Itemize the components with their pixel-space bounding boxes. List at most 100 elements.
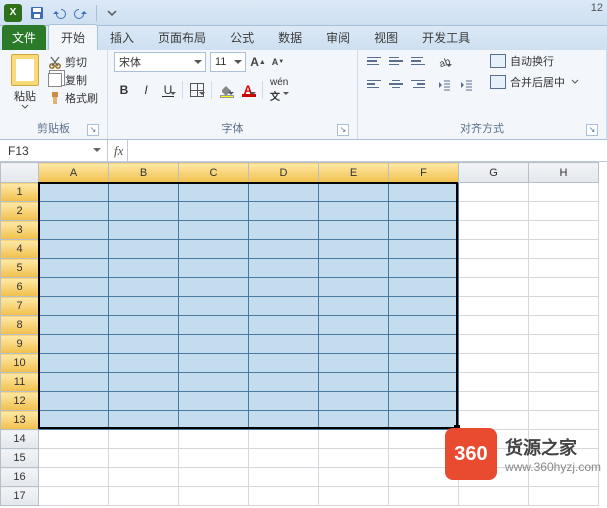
cell-C12[interactable] <box>179 392 249 411</box>
cell-B8[interactable] <box>109 316 179 335</box>
cell-D15[interactable] <box>249 449 319 468</box>
font-color-button[interactable]: A <box>238 80 258 100</box>
cell-H13[interactable] <box>529 411 599 430</box>
row-header-7[interactable]: 7 <box>1 297 39 316</box>
tab-2[interactable]: 页面布局 <box>146 25 218 50</box>
cell-B17[interactable] <box>109 487 179 506</box>
cell-D16[interactable] <box>249 468 319 487</box>
cell-B2[interactable] <box>109 202 179 221</box>
cell-E11[interactable] <box>319 373 389 392</box>
cell-H7[interactable] <box>529 297 599 316</box>
cell-G5[interactable] <box>459 259 529 278</box>
cell-D14[interactable] <box>249 430 319 449</box>
cell-E2[interactable] <box>319 202 389 221</box>
col-header-E[interactable]: E <box>319 163 389 183</box>
underline-button[interactable]: U <box>158 80 178 100</box>
cell-H12[interactable] <box>529 392 599 411</box>
fill-color-button[interactable] <box>216 80 236 100</box>
cell-D8[interactable] <box>249 316 319 335</box>
cell-C16[interactable] <box>179 468 249 487</box>
cell-C2[interactable] <box>179 202 249 221</box>
cell-A2[interactable] <box>39 202 109 221</box>
decrease-font-button[interactable]: A▼ <box>270 53 286 71</box>
row-header-4[interactable]: 4 <box>1 240 39 259</box>
cell-H4[interactable] <box>529 240 599 259</box>
cell-A11[interactable] <box>39 373 109 392</box>
cell-F11[interactable] <box>389 373 459 392</box>
cell-F13[interactable] <box>389 411 459 430</box>
cell-C1[interactable] <box>179 183 249 202</box>
cell-G8[interactable] <box>459 316 529 335</box>
cell-E8[interactable] <box>319 316 389 335</box>
row-header-8[interactable]: 8 <box>1 316 39 335</box>
cell-H1[interactable] <box>529 183 599 202</box>
cell-F5[interactable] <box>389 259 459 278</box>
col-header-F[interactable]: F <box>389 163 459 183</box>
tab-4[interactable]: 数据 <box>266 25 314 50</box>
cell-G17[interactable] <box>459 487 529 506</box>
orientation-button[interactable]: ab <box>434 52 454 72</box>
row-header-12[interactable]: 12 <box>1 392 39 411</box>
cell-G13[interactable] <box>459 411 529 430</box>
cell-H5[interactable] <box>529 259 599 278</box>
redo-button[interactable] <box>71 3 91 23</box>
cell-F17[interactable] <box>389 487 459 506</box>
cell-G4[interactable] <box>459 240 529 259</box>
cell-G9[interactable] <box>459 335 529 354</box>
row-header-1[interactable]: 1 <box>1 183 39 202</box>
col-header-H[interactable]: H <box>529 163 599 183</box>
row-header-3[interactable]: 3 <box>1 221 39 240</box>
bold-button[interactable]: B <box>114 80 134 100</box>
fx-icon[interactable]: fx <box>112 143 123 159</box>
cell-D12[interactable] <box>249 392 319 411</box>
cell-F10[interactable] <box>389 354 459 373</box>
cell-F2[interactable] <box>389 202 459 221</box>
cell-E10[interactable] <box>319 354 389 373</box>
cell-C15[interactable] <box>179 449 249 468</box>
cell-G1[interactable] <box>459 183 529 202</box>
cell-E15[interactable] <box>319 449 389 468</box>
cell-A15[interactable] <box>39 449 109 468</box>
row-header-2[interactable]: 2 <box>1 202 39 221</box>
select-all-corner[interactable] <box>1 163 39 183</box>
clipboard-dialog-launcher[interactable]: ↘ <box>87 124 99 136</box>
align-middle-button[interactable] <box>386 52 406 70</box>
cell-E4[interactable] <box>319 240 389 259</box>
cell-A16[interactable] <box>39 468 109 487</box>
cell-F1[interactable] <box>389 183 459 202</box>
cell-D9[interactable] <box>249 335 319 354</box>
align-top-button[interactable] <box>364 52 384 70</box>
cell-G10[interactable] <box>459 354 529 373</box>
cell-C13[interactable] <box>179 411 249 430</box>
cell-E6[interactable] <box>319 278 389 297</box>
cell-B15[interactable] <box>109 449 179 468</box>
cell-H6[interactable] <box>529 278 599 297</box>
cell-C11[interactable] <box>179 373 249 392</box>
row-header-5[interactable]: 5 <box>1 259 39 278</box>
cell-A4[interactable] <box>39 240 109 259</box>
cell-E7[interactable] <box>319 297 389 316</box>
cell-E5[interactable] <box>319 259 389 278</box>
cell-E17[interactable] <box>319 487 389 506</box>
tab-7[interactable]: 开发工具 <box>410 25 482 50</box>
cell-D17[interactable] <box>249 487 319 506</box>
row-header-10[interactable]: 10 <box>1 354 39 373</box>
cell-G2[interactable] <box>459 202 529 221</box>
phonetic-button[interactable]: wén文 <box>267 80 291 100</box>
cell-D5[interactable] <box>249 259 319 278</box>
cell-A6[interactable] <box>39 278 109 297</box>
row-header-13[interactable]: 13 <box>1 411 39 430</box>
cell-B6[interactable] <box>109 278 179 297</box>
cell-B11[interactable] <box>109 373 179 392</box>
cell-A13[interactable] <box>39 411 109 430</box>
cell-B5[interactable] <box>109 259 179 278</box>
row-header-14[interactable]: 14 <box>1 430 39 449</box>
cell-B14[interactable] <box>109 430 179 449</box>
qat-customize-button[interactable] <box>102 3 122 23</box>
cell-F9[interactable] <box>389 335 459 354</box>
cell-C4[interactable] <box>179 240 249 259</box>
cut-button[interactable]: 剪切 <box>48 54 98 70</box>
cell-A10[interactable] <box>39 354 109 373</box>
row-header-9[interactable]: 9 <box>1 335 39 354</box>
cell-C6[interactable] <box>179 278 249 297</box>
